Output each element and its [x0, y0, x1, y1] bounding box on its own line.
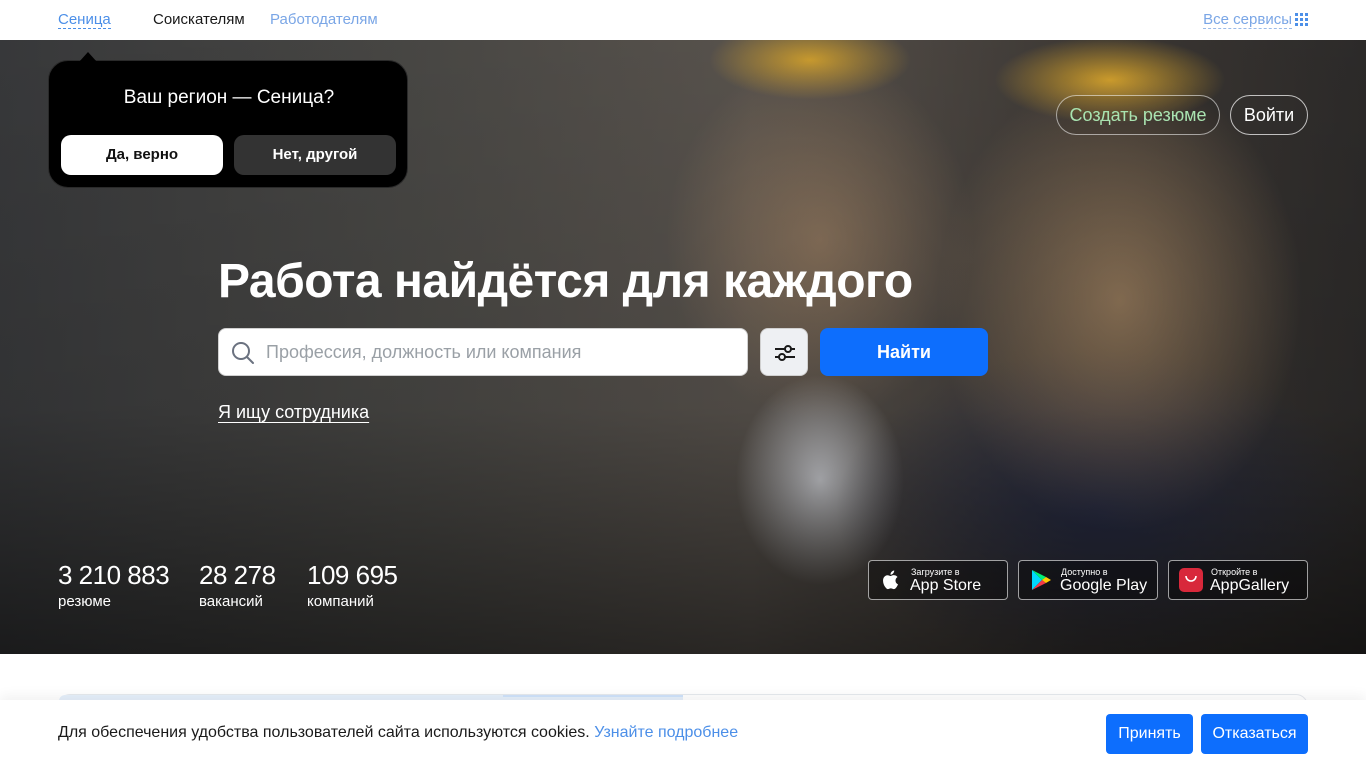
store-name: AppGallery [1210, 577, 1290, 594]
stat-label: вакансий [199, 593, 263, 610]
nav-job-seekers[interactable]: Соискателям [153, 11, 245, 28]
search-input[interactable] [266, 329, 736, 375]
page-title: Работа найдётся для каждого [218, 255, 913, 308]
filter-icon [775, 345, 795, 361]
cookie-banner: Для обеспечения удобства пользователей с… [0, 700, 1366, 768]
stat-resumes: 3 210 883 резюме [58, 560, 170, 610]
stat-label: резюме [58, 593, 111, 610]
login-button[interactable]: Войти [1230, 95, 1308, 135]
stat-label: компаний [307, 593, 374, 610]
region-question: Ваш регион — Сеница? [123, 87, 335, 108]
region-link[interactable]: Сеница [58, 11, 111, 29]
store-caption: Загрузите в [911, 567, 960, 577]
cookie-more-link[interactable]: Узнайте подробнее [594, 724, 738, 741]
create-resume-button[interactable]: Создать резюме [1056, 95, 1220, 135]
region-change-button[interactable]: Нет, другой [234, 135, 396, 175]
grid-icon[interactable] [1295, 13, 1308, 26]
top-navigation: Сеница Соискателям Работодателям Все сер… [0, 0, 1366, 40]
huawei-icon [1179, 568, 1203, 592]
apple-icon [883, 570, 898, 590]
cookie-message: Для обеспечения удобства пользователей с… [58, 724, 590, 741]
app-gallery-button[interactable]: Откройте в AppGallery [1168, 560, 1308, 600]
stat-companies: 109 695 компаний [307, 560, 398, 610]
decline-cookies-button[interactable]: Отказаться [1201, 714, 1308, 754]
google-play-button[interactable]: Доступно в Google Play [1018, 560, 1158, 600]
store-caption: Доступно в [1061, 567, 1108, 577]
nav-employers[interactable]: Работодателям [270, 11, 378, 28]
region-popup: Ваш регион — Сеница? Да, верно Нет, друг… [48, 52, 408, 188]
stat-vacancies: 28 278 вакансий [199, 560, 276, 610]
cookie-text: Для обеспечения удобства пользователей с… [58, 724, 738, 742]
store-name: App Store [910, 577, 982, 594]
app-store-button[interactable]: Загрузите в App Store [868, 560, 1008, 600]
stat-value: 109 695 [307, 560, 398, 590]
google-play-icon [1032, 570, 1051, 590]
region-confirm-button[interactable]: Да, верно [61, 135, 223, 175]
search-box[interactable] [218, 328, 748, 376]
all-services-link[interactable]: Все сервисы [1203, 11, 1292, 29]
employer-link[interactable]: Я ищу сотрудника [218, 402, 369, 423]
accept-cookies-button[interactable]: Принять [1106, 714, 1193, 754]
store-name: Google Play [1060, 577, 1148, 594]
stat-value: 28 278 [199, 560, 276, 590]
hero-banner: Ваш регион — Сеница? Да, верно Нет, друг… [0, 40, 1366, 654]
search-icon [232, 342, 254, 364]
filter-button[interactable] [760, 328, 808, 376]
store-caption: Откройте в [1211, 567, 1258, 577]
find-button[interactable]: Найти [820, 328, 988, 376]
stat-value: 3 210 883 [58, 560, 170, 590]
